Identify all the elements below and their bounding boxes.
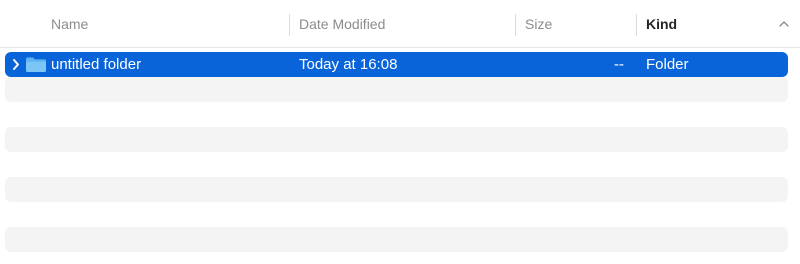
disclosure-triangle-icon[interactable] bbox=[11, 58, 21, 71]
empty-row bbox=[5, 127, 788, 152]
file-kind: Folder bbox=[646, 56, 689, 73]
column-divider[interactable] bbox=[289, 14, 290, 36]
column-header-kind[interactable]: Kind bbox=[646, 0, 677, 48]
finder-list-view: Name Date Modified Size Kind untitled fo… bbox=[0, 0, 800, 264]
folder-icon bbox=[26, 57, 46, 72]
column-header-size[interactable]: Size bbox=[525, 0, 552, 48]
file-row-untitled-folder[interactable]: untitled folder Today at 16:08 -- Folder bbox=[5, 52, 788, 77]
column-divider[interactable] bbox=[636, 14, 637, 36]
column-header-bar: Name Date Modified Size Kind bbox=[0, 0, 800, 48]
file-size: -- bbox=[614, 56, 624, 73]
empty-row bbox=[5, 227, 788, 252]
file-name: untitled folder bbox=[51, 56, 142, 73]
column-header-name[interactable]: Name bbox=[51, 0, 88, 48]
column-divider[interactable] bbox=[515, 14, 516, 36]
file-date-modified: Today at 16:08 bbox=[299, 56, 398, 73]
empty-row bbox=[5, 77, 788, 102]
column-header-date-modified[interactable]: Date Modified bbox=[299, 0, 385, 48]
empty-row bbox=[5, 177, 788, 202]
chevron-up-icon[interactable] bbox=[778, 18, 790, 30]
